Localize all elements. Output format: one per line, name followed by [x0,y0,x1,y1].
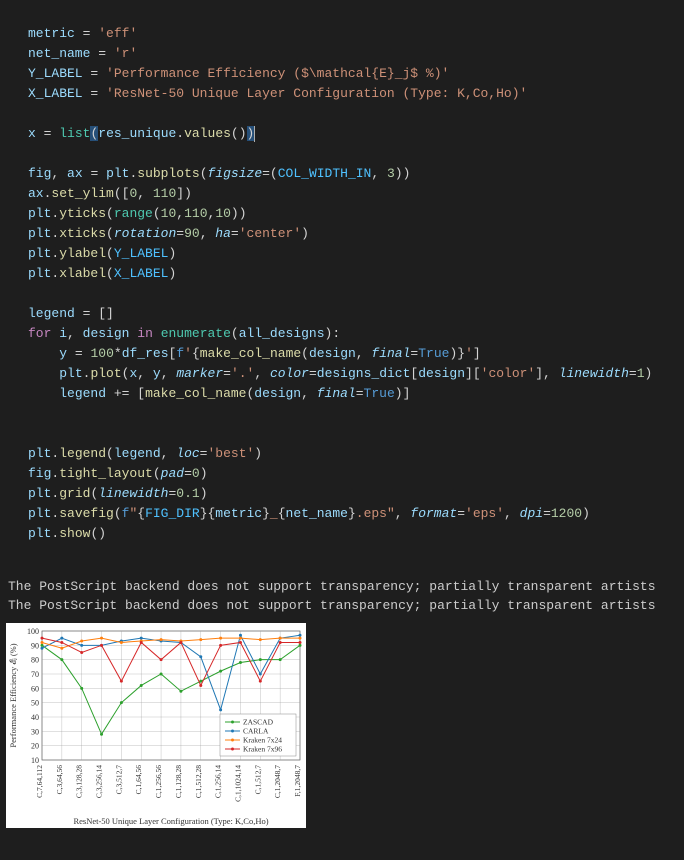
svg-text:C,3,64,56: C,3,64,56 [55,765,64,795]
svg-text:C,3,128,28: C,3,128,28 [75,765,84,798]
svg-text:C,1,128,28: C,1,128,28 [174,765,183,798]
svg-text:CARLA: CARLA [243,727,269,736]
output-line: The PostScript backend does not support … [8,598,663,613]
svg-text:Kraken 7x96: Kraken 7x96 [243,745,282,754]
svg-text:C,1,256,14: C,1,256,14 [214,765,223,798]
svg-text:40: 40 [31,713,39,722]
svg-text:C,1,2048,7: C,1,2048,7 [273,765,282,798]
svg-text:C,7,64,112: C,7,64,112 [35,765,44,798]
chart-output: 10 20 30 40 50 60 70 80 90 100 C,7,64,112 C,3,64,56… [6,623,306,828]
svg-text:90: 90 [31,641,39,650]
svg-text:C,1,256,56: C,1,256,56 [154,765,163,798]
code-cell[interactable]: metric = 'eff' net_name = 'r' Y_LABEL = … [0,0,684,548]
output-cell: The PostScript backend does not support … [0,548,684,619]
svg-text:C,1,1024,14: C,1,1024,14 [233,765,242,802]
svg-text:ZASCAD: ZASCAD [243,718,274,727]
svg-text:20: 20 [31,742,39,751]
svg-text:100: 100 [27,627,39,636]
svg-text:70: 70 [31,670,39,679]
svg-text:60: 60 [31,684,39,693]
svg-text:C,3,512,7: C,3,512,7 [114,765,123,795]
svg-text:50: 50 [31,699,39,708]
svg-text:C,3,256,14: C,3,256,14 [95,765,104,798]
svg-text:Kraken 7x24: Kraken 7x24 [243,736,282,745]
svg-text:ResNet-50 Unique Layer Configu: ResNet-50 Unique Layer Configuration (Ty… [73,816,268,826]
svg-text:C,1,512,28: C,1,512,28 [194,765,203,798]
svg-text:Performance Efficiency 𝓔ⱼ (%): Performance Efficiency 𝓔ⱼ (%) [8,643,18,747]
svg-text:30: 30 [31,727,39,736]
var-metric: metric [28,26,75,41]
svg-text:C,1,512,7: C,1,512,7 [253,765,262,795]
svg-text:C,1,64,56: C,1,64,56 [134,765,143,795]
svg-text:80: 80 [31,656,39,665]
output-line: The PostScript backend does not support … [8,579,663,594]
svg-text:F,1,2048,7: F,1,2048,7 [293,765,302,797]
svg-text:10: 10 [31,756,39,765]
